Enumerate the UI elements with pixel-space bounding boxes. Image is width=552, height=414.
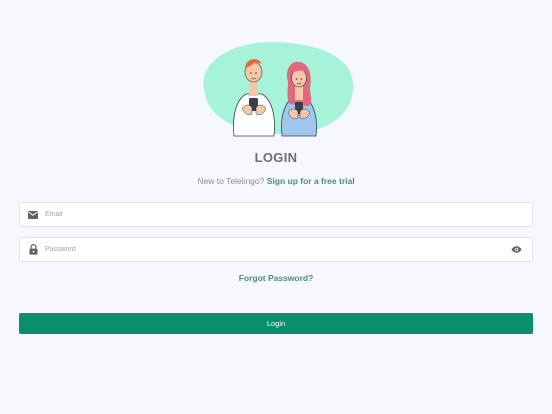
lock-icon (27, 244, 39, 256)
signup-link[interactable]: Sign up for a free trial (267, 176, 355, 186)
email-field[interactable] (19, 202, 533, 227)
signup-prompt-text: New to Telelingo? (197, 176, 265, 186)
email-input[interactable] (45, 203, 532, 226)
mail-icon (27, 209, 39, 221)
hero-illustration (196, 38, 356, 138)
login-button[interactable]: Login (19, 313, 533, 334)
page-title: LOGIN (254, 150, 298, 165)
password-field[interactable] (19, 237, 533, 262)
eye-icon[interactable] (510, 244, 522, 256)
password-input[interactable] (45, 238, 510, 261)
forgot-password-link[interactable]: Forgot Password? (0, 273, 552, 283)
signup-prompt: New to Telelingo? Sign up for a free tri… (0, 176, 552, 186)
